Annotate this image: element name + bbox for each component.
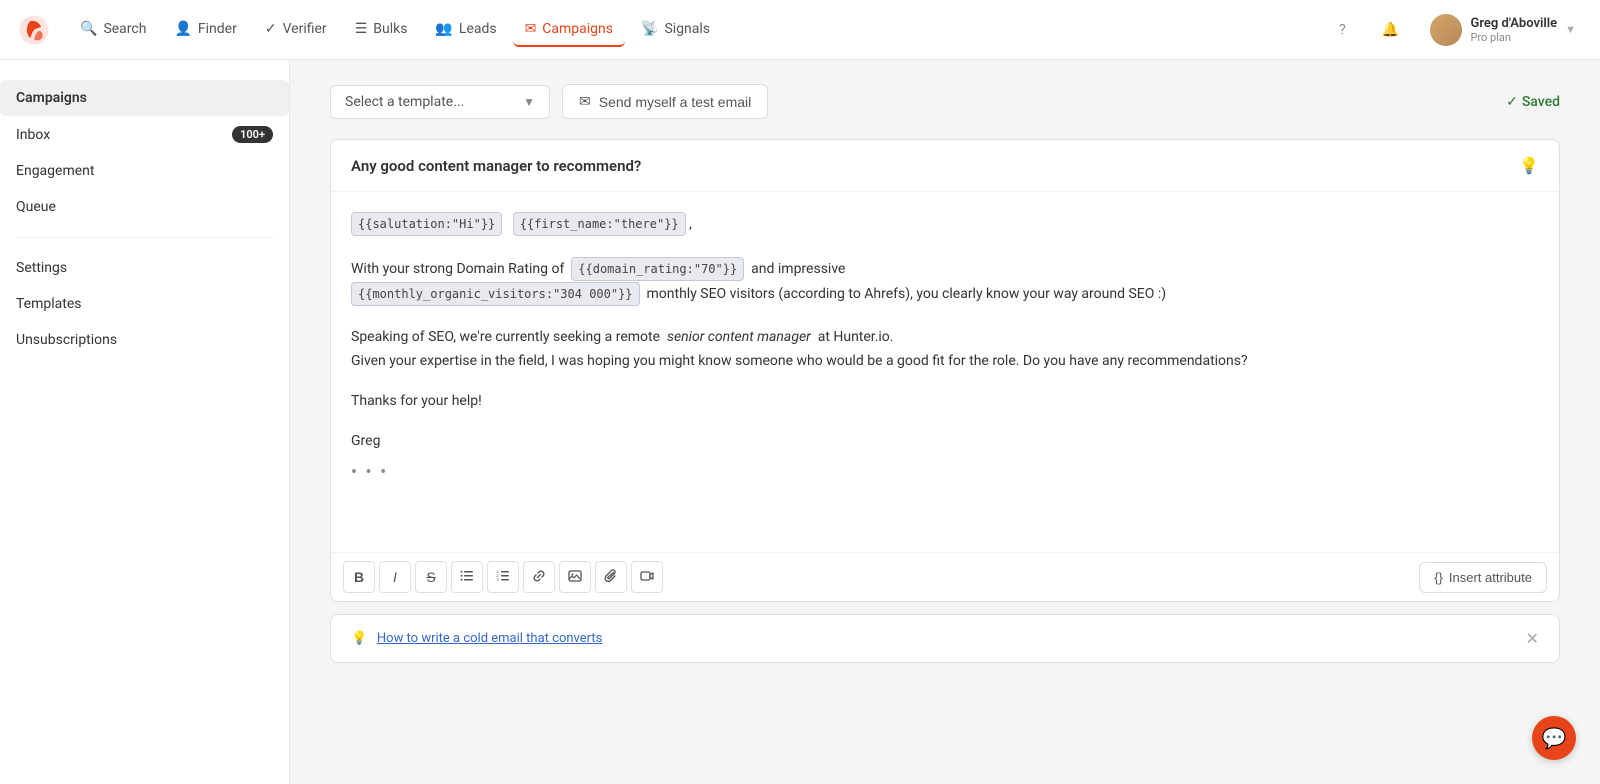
user-info: Greg d'Aboville Pro plan <box>1470 16 1557 44</box>
sign-off: Thanks for your help! <box>351 390 1539 414</box>
logo[interactable] <box>16 12 52 48</box>
nav-finder[interactable]: 👤 Finder <box>162 13 248 47</box>
nav-signals[interactable]: 📡 Signals <box>629 13 722 47</box>
attachment-icon <box>604 569 618 586</box>
email-subject-row: Any good content manager to recommend? 💡 <box>331 140 1559 192</box>
sidebar-divider <box>16 237 273 238</box>
tip-close-button[interactable]: ✕ <box>1526 629 1539 648</box>
bold-button[interactable]: B <box>343 561 375 593</box>
signature: Greg • • • <box>351 430 1539 488</box>
sidebar-item-inbox[interactable]: Inbox 100+ <box>0 116 289 153</box>
firstname-attr[interactable]: {{first_name:"there"}} <box>513 212 686 236</box>
para2-line2: Given your expertise in the field, I was… <box>351 350 1539 374</box>
tip-link[interactable]: How to write a cold email that converts <box>377 631 602 646</box>
email-subject[interactable]: Any good content manager to recommend? <box>351 157 641 175</box>
image-button[interactable] <box>559 561 591 593</box>
signature-dots: • • • <box>351 458 1539 489</box>
format-toolbar: B I S 123 <box>331 552 1559 601</box>
nav-bulks[interactable]: ☰ Bulks <box>343 13 420 47</box>
user-plan: Pro plan <box>1470 31 1557 44</box>
nav-campaigns[interactable]: ✉ Campaigns <box>513 13 625 47</box>
italic-button[interactable]: I <box>379 561 411 593</box>
tip-content: 💡 How to write a cold email that convert… <box>351 631 602 646</box>
help-icon: ? <box>1339 22 1346 38</box>
greeting-comma: , <box>689 216 692 232</box>
signals-nav-icon: 📡 <box>641 21 658 37</box>
para2-italic: senior content manager <box>667 329 811 345</box>
numbered-list-icon: 123 <box>496 569 510 586</box>
nav-search[interactable]: 🔍 Search <box>68 13 158 47</box>
email-toolbar: Select a template... ▼ ✉ Send myself a t… <box>330 84 1560 119</box>
sidebar-item-unsubscriptions[interactable]: Unsubscriptions <box>0 322 289 358</box>
bullet-list-button[interactable] <box>451 561 483 593</box>
video-icon <box>640 569 654 586</box>
tip-bar: 💡 How to write a cold email that convert… <box>330 614 1560 663</box>
bulks-nav-icon: ☰ <box>355 21 368 37</box>
campaigns-nav-icon: ✉ <box>525 21 537 37</box>
greeting-line: {{salutation:"Hi"}} {{first_name:"there"… <box>351 212 1539 237</box>
template-chevron-icon: ▼ <box>523 95 535 109</box>
finder-nav-icon: 👤 <box>174 21 191 37</box>
nav-leads[interactable]: 👥 Leads <box>423 13 508 47</box>
verifier-nav-icon: ✓ <box>265 21 277 37</box>
inbox-badge: 100+ <box>232 126 273 143</box>
notifications-button[interactable]: 🔔 <box>1374 14 1406 46</box>
insert-attribute-button[interactable]: {} Insert attribute <box>1419 562 1547 593</box>
email-body[interactable]: {{salutation:"Hi"}} {{first_name:"there"… <box>331 192 1559 552</box>
template-select[interactable]: Select a template... ▼ <box>330 85 550 119</box>
para1-prefix: With your strong Domain Rating of <box>351 261 564 277</box>
envelope-icon: ✉ <box>579 93 591 110</box>
insert-attr-icon: {} <box>1434 570 1443 585</box>
numbered-list-button[interactable]: 123 <box>487 561 519 593</box>
bullet-list-icon <box>460 569 474 586</box>
svg-text:3: 3 <box>497 577 500 582</box>
user-name: Greg d'Aboville <box>1470 16 1557 31</box>
search-nav-icon: 🔍 <box>80 21 97 37</box>
image-icon <box>568 569 582 586</box>
domain-rating-attr[interactable]: {{domain_rating:"70"}} <box>571 257 744 281</box>
checkmark-icon: ✓ <box>1506 94 1518 110</box>
test-email-button[interactable]: ✉ Send myself a test email <box>562 84 768 119</box>
para2-line1: Speaking of SEO, we're currently seeking… <box>351 326 1539 350</box>
sidebar: Campaigns Inbox 100+ Engagement Queue Se… <box>0 60 290 784</box>
bulb-icon[interactable]: 💡 <box>1519 156 1539 175</box>
sidebar-item-queue[interactable]: Queue <box>0 189 289 225</box>
email-editor-card: Any good content manager to recommend? 💡… <box>330 139 1560 602</box>
saved-indicator: ✓ Saved <box>1506 94 1560 110</box>
main-content: Select a template... ▼ ✉ Send myself a t… <box>290 60 1600 784</box>
user-menu[interactable]: Greg d'Aboville Pro plan ▼ <box>1422 10 1584 50</box>
tip-bulb-icon: 💡 <box>351 631 367 646</box>
user-chevron-icon: ▼ <box>1565 23 1576 36</box>
nav-verifier[interactable]: ✓ Verifier <box>253 13 339 47</box>
para1-suffix: monthly SEO visitors (according to Ahref… <box>647 286 1167 302</box>
help-button[interactable]: ? <box>1326 14 1358 46</box>
nav-right: ? 🔔 Greg d'Aboville Pro plan ▼ <box>1326 10 1584 50</box>
chat-icon: 💬 <box>1542 726 1567 750</box>
avatar <box>1430 14 1462 46</box>
chat-bubble[interactable]: 💬 <box>1532 716 1576 760</box>
para1: With your strong Domain Rating of {{doma… <box>351 257 1539 307</box>
salutation-attr[interactable]: {{salutation:"Hi"}} <box>351 212 502 236</box>
link-button[interactable] <box>523 561 555 593</box>
sidebar-item-templates[interactable]: Templates <box>0 286 289 322</box>
leads-nav-icon: 👥 <box>435 21 452 37</box>
sidebar-item-engagement[interactable]: Engagement <box>0 153 289 189</box>
attachment-button[interactable] <box>595 561 627 593</box>
monthly-visitors-attr[interactable]: {{monthly_organic_visitors:"304 000"}} <box>351 282 640 306</box>
sidebar-item-settings[interactable]: Settings <box>0 250 289 286</box>
strikethrough-button[interactable]: S <box>415 561 447 593</box>
para2: Speaking of SEO, we're currently seeking… <box>351 326 1539 374</box>
video-button[interactable] <box>631 561 663 593</box>
template-select-label: Select a template... <box>345 94 464 110</box>
link-icon <box>532 569 546 586</box>
top-navigation: 🔍 Search 👤 Finder ✓ Verifier ☰ Bulks 👥 L… <box>0 0 1600 60</box>
bell-icon: 🔔 <box>1382 22 1399 38</box>
para1-middle: and impressive <box>751 261 845 277</box>
sidebar-item-campaigns[interactable]: Campaigns <box>0 80 289 116</box>
layout: Campaigns Inbox 100+ Engagement Queue Se… <box>0 0 1600 784</box>
